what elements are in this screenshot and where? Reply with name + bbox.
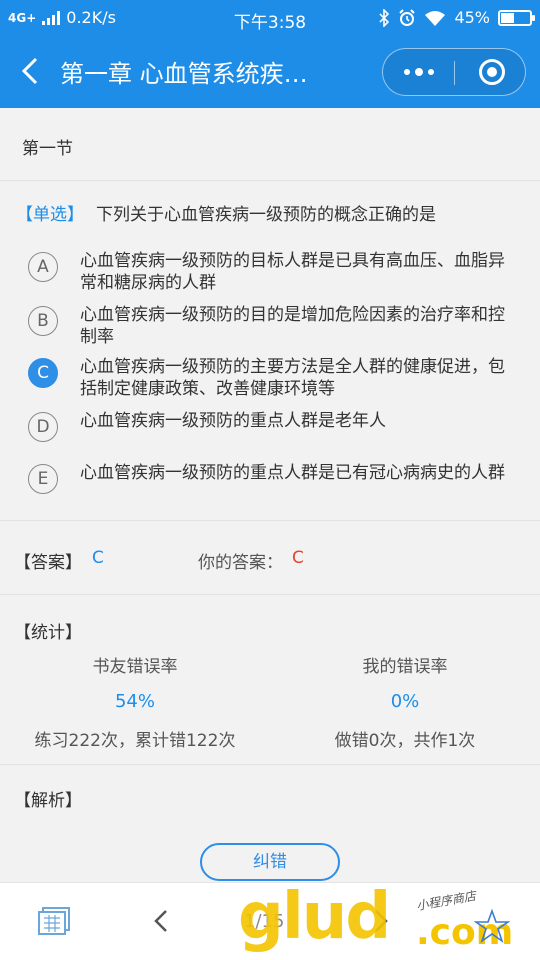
watermark-caption: 小程序商店 [415, 888, 477, 914]
option-letter: C [28, 358, 58, 388]
divider [0, 594, 540, 595]
back-arrow-icon[interactable] [16, 56, 46, 86]
analysis-title: 【解析】 [14, 791, 82, 811]
option-letter: A [28, 252, 58, 282]
watermark-logo: glud [238, 880, 391, 954]
battery-percent: 45% [454, 8, 490, 27]
question-list-icon[interactable] [38, 907, 70, 935]
miniapp-capsule [382, 48, 526, 96]
friends-error-rate: 54% [114, 691, 155, 712]
option-text: 心血管疾病一级预防的重点人群是已有冠心病病史的人群 [80, 463, 505, 483]
divider [0, 520, 540, 521]
friends-error-stats: 书友错误率 54% 练习222次，累计错122次 [0, 652, 270, 751]
report-error-button[interactable]: 纠错 [200, 843, 340, 881]
nav-bar: 第一章 心血管系统疾… [0, 36, 540, 108]
bluetooth-icon [379, 8, 390, 27]
close-miniapp-icon[interactable] [479, 59, 505, 85]
previous-arrow-icon[interactable] [150, 907, 174, 935]
battery-icon [498, 9, 535, 26]
question-type-label: 【单选】 [16, 205, 84, 225]
page-title: 第一章 心血管系统疾… [60, 60, 308, 88]
my-error-heading: 我的错误率 [362, 657, 448, 677]
option-letter: D [28, 412, 58, 442]
status-bar: 4G+ 0.2K/s 下午3:58 45% [0, 0, 540, 36]
my-error-rate: 0% [390, 691, 420, 712]
divider [0, 764, 540, 765]
option-text: 心血管疾病一级预防的主要方法是全人群的健康促进，包括制定健康政策、改善健康环境等 [80, 357, 505, 399]
option-text: 心血管疾病一级预防的目标人群是已具有高血压、血脂异常和糖尿病的人群 [80, 251, 505, 293]
your-answer: C [292, 548, 304, 568]
star-icon [474, 908, 510, 944]
my-error-detail: 做错0次，共作1次 [334, 731, 476, 751]
section-title: 第一节 [22, 139, 73, 159]
stats-title: 【统计】 [14, 623, 82, 643]
option-letter: B [28, 306, 58, 336]
friends-error-heading: 书友错误率 [92, 657, 178, 677]
correct-answer: C [92, 548, 104, 568]
alarm-icon [399, 8, 416, 26]
wifi-icon [425, 10, 446, 26]
more-icon[interactable] [383, 49, 455, 95]
divider [0, 180, 540, 181]
question-text: 下列关于心血管疾病一级预防的概念正确的是 [96, 205, 436, 225]
answer-label: 【答案】 [14, 553, 82, 573]
watermark: glud 小程序商店 .com [238, 880, 538, 958]
option-letter: E [28, 464, 58, 494]
option-text: 心血管疾病一级预防的重点人群是老年人 [80, 411, 386, 431]
my-error-stats: 我的错误率 0% 做错0次，共作1次 [270, 652, 540, 751]
friends-error-detail: 练习222次，累计错122次 [34, 731, 236, 751]
option-text: 心血管疾病一级预防的目的是增加危险因素的治疗率和控制率 [80, 305, 505, 347]
capsule-divider [454, 61, 455, 85]
your-answer-label: 你的答案： [198, 553, 283, 573]
